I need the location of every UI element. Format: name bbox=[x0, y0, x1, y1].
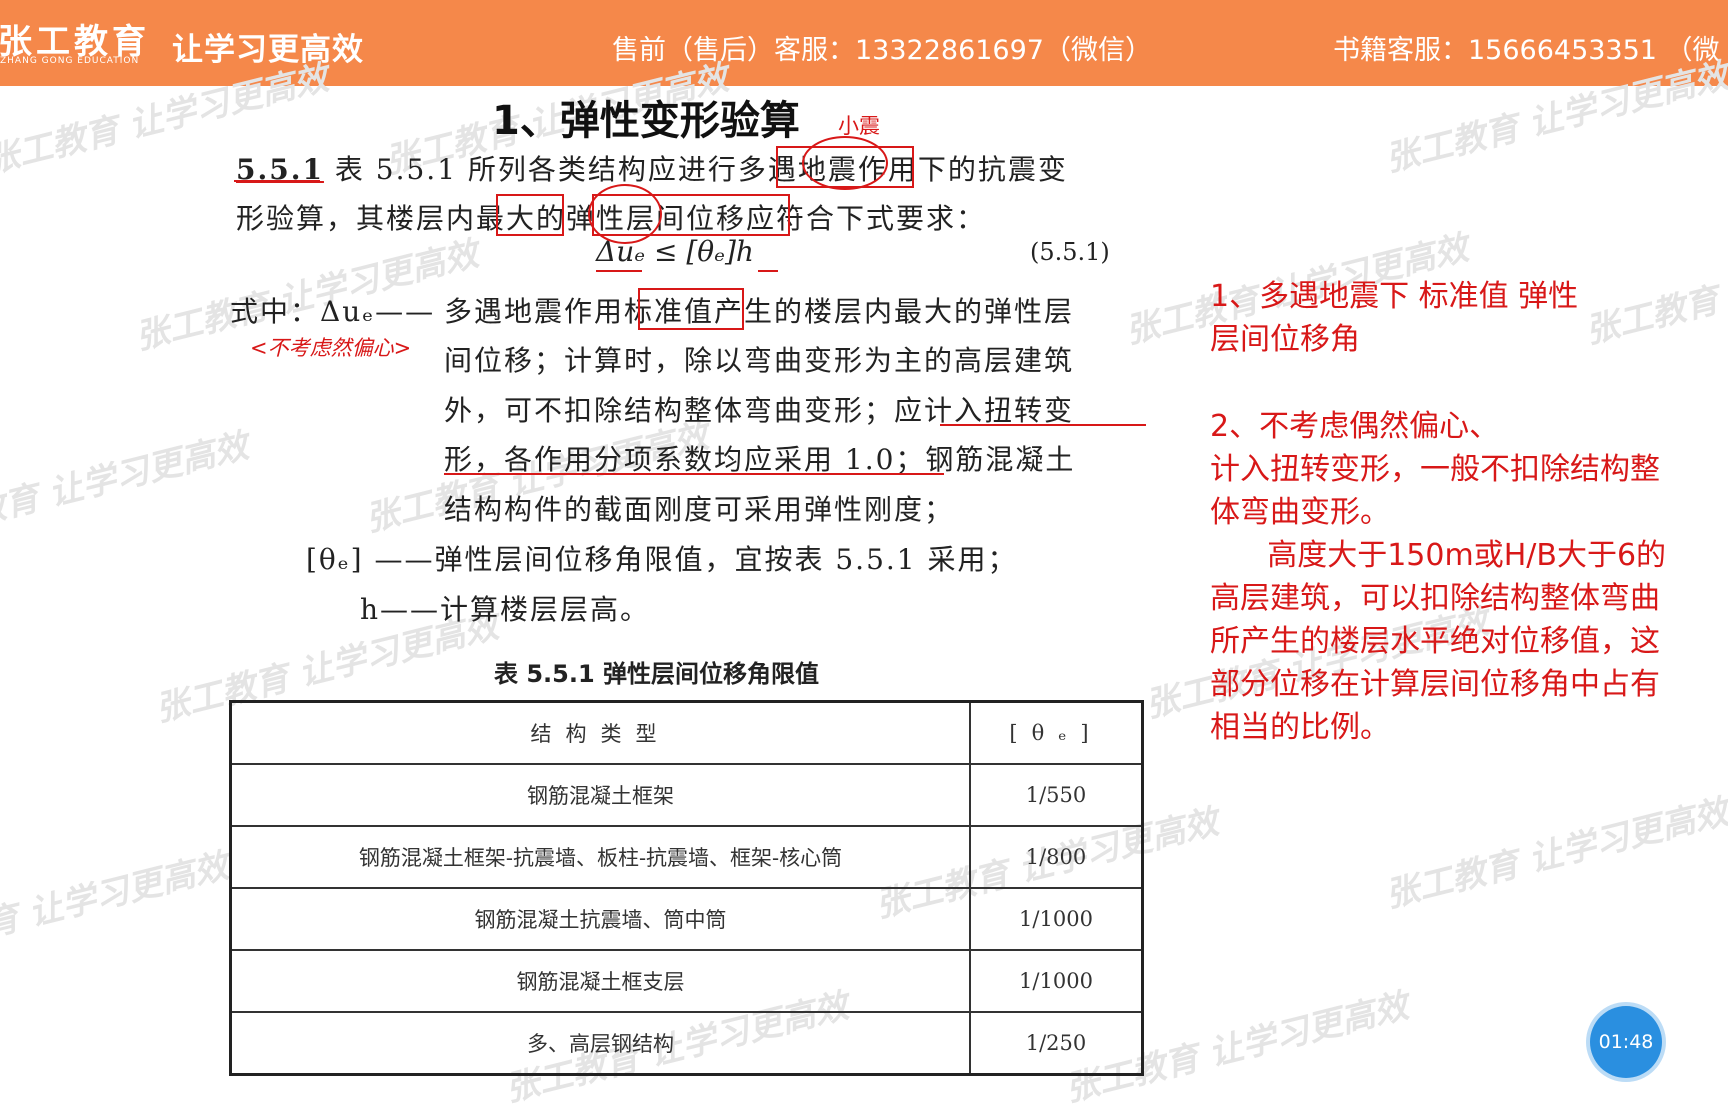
teacher-notes: 1、多遇地震下 标准值 弹性 层间位移角 2、不考虑偶然偏心、 计入扭转变形，一… bbox=[1210, 275, 1728, 749]
table-row: 钢筋混凝土框架 1/550 bbox=[229, 763, 1144, 827]
row-structure-type: 钢筋混凝土框架-抗震墙、板柱-抗震墙、框架-核心筒 bbox=[229, 825, 971, 889]
top-banner: 张工教育 ZHANG GONG EDUCATION 让学习更高效 售前（售后）客… bbox=[0, 0, 1728, 86]
row-limit-value: 1/1000 bbox=[969, 887, 1144, 951]
row-limit-value: 1/1000 bbox=[969, 949, 1144, 1013]
definition-line-4: 形，各作用分项系数均应采用 1.0；钢筋混凝土 bbox=[444, 443, 1076, 476]
equation: Δuₑ ≤ [θₑ]h bbox=[596, 235, 754, 268]
note-1-line-2: 层间位移角 bbox=[1210, 322, 1360, 357]
row-structure-type: 钢筋混凝土框架 bbox=[229, 763, 971, 827]
presale-contact: 售前（售后）客服：13322861697（微信） bbox=[612, 35, 1152, 66]
definition-line-2: 间位移；计算时，除以弯曲变形为主的高层建筑 bbox=[444, 344, 1075, 377]
watermark: 张工教育 让学习更高效 bbox=[0, 845, 233, 970]
clause-text-2: 形验算，其楼层内最大的弹性层间位移应符合下式要求： bbox=[236, 202, 987, 235]
definition-line-1: 多遇地震作用标准值产生的楼层内最大的弹性层 bbox=[444, 295, 1075, 328]
definition-theta: [θₑ] ——弹性层间位移角限值，宜按表 5.5.1 采用； bbox=[306, 543, 1018, 576]
watermark: 张工教育 让学习更高效 bbox=[0, 425, 253, 550]
header-theta: [θₑ] bbox=[969, 700, 1144, 765]
table-caption: 表 5.5.1 弹性层间位移角限值 bbox=[494, 660, 820, 688]
note-2-line-6: 所产生的楼层水平绝对位移值，这 bbox=[1210, 624, 1660, 659]
annotation-note: <不考虑然偏心> bbox=[250, 336, 412, 360]
note-2-line-3: 体弯曲变形。 bbox=[1210, 495, 1390, 530]
page-title: 1、弹性变形验算 bbox=[492, 98, 800, 144]
equation-number: (5.5.1) bbox=[1030, 238, 1110, 266]
table-row: 钢筋混凝土抗震墙、筒中筒 1/1000 bbox=[229, 887, 1144, 951]
clause-text-1: 表 5.5.1 所列各类结构应进行多遇地震作用下的抗震变 bbox=[334, 153, 1068, 186]
note-2-line-2: 计入扭转变形，一般不扣除结构整 bbox=[1210, 452, 1660, 487]
book-service-contact: 书籍客服：15666453351 （微 bbox=[1333, 35, 1720, 66]
header-structure-type: 结构类型 bbox=[229, 700, 971, 765]
note-2-line-7: 部分位移在计算层间位移角中占有 bbox=[1210, 667, 1660, 702]
clause-line-1: 5.5.1 表 5.5.1 所列各类结构应进行多遇地震作用下的抗震变 bbox=[236, 148, 1068, 188]
note-2-line-8: 相当的比例。 bbox=[1210, 710, 1390, 745]
where-label: 式中：Δuₑ—— bbox=[230, 295, 436, 328]
drift-limit-table: 结构类型 [θₑ] 钢筋混凝土框架 1/550 钢筋混凝土框架-抗震墙、板柱-抗… bbox=[229, 700, 1144, 1076]
row-structure-type: 多、高层钢结构 bbox=[229, 1011, 971, 1076]
table-row: 多、高层钢结构 1/250 bbox=[229, 1011, 1144, 1076]
row-structure-type: 钢筋混凝土抗震墙、筒中筒 bbox=[229, 887, 971, 951]
note-2-line-5: 高层建筑，可以扣除结构整体弯曲 bbox=[1210, 581, 1660, 616]
clause-number: 5.5.1 bbox=[236, 153, 324, 186]
brand-logo-english: ZHANG GONG EDUCATION bbox=[0, 56, 140, 66]
recording-timer-button[interactable]: 01:48 bbox=[1590, 1006, 1662, 1078]
table-header-row: 结构类型 [θₑ] bbox=[229, 700, 1144, 765]
definition-h: h——计算楼层层高。 bbox=[360, 593, 651, 626]
underline-mark bbox=[596, 270, 642, 272]
row-limit-value: 1/800 bbox=[969, 825, 1144, 889]
table-row: 钢筋混凝土框支层 1/1000 bbox=[229, 949, 1144, 1013]
row-structure-type: 钢筋混凝土框支层 bbox=[229, 949, 971, 1013]
note-2-line-4: 高度大于150m或H/B大于6的 bbox=[1210, 538, 1667, 573]
watermark: 张工教育 让学习更高效 bbox=[1381, 791, 1728, 916]
row-limit-value: 1/550 bbox=[969, 763, 1144, 827]
underline-mark bbox=[758, 270, 778, 272]
definition-line-5: 结构构件的截面刚度可采用弹性刚度； bbox=[444, 493, 955, 526]
brand-slogan: 让学习更高效 bbox=[172, 32, 364, 68]
definition-line-3: 外，可不扣除结构整体弯曲变形；应计入扭转变 bbox=[444, 394, 1075, 427]
note-2-line-1: 2、不考虑偶然偏心、 bbox=[1210, 409, 1500, 444]
row-limit-value: 1/250 bbox=[969, 1011, 1144, 1076]
table-row: 钢筋混凝土框架-抗震墙、板柱-抗震墙、框架-核心筒 1/800 bbox=[229, 825, 1144, 889]
note-spacer bbox=[1210, 361, 1728, 405]
annotation-small-quake: 小震 bbox=[838, 114, 880, 138]
note-1-line-1: 1、多遇地震下 标准值 弹性 bbox=[1210, 279, 1579, 314]
